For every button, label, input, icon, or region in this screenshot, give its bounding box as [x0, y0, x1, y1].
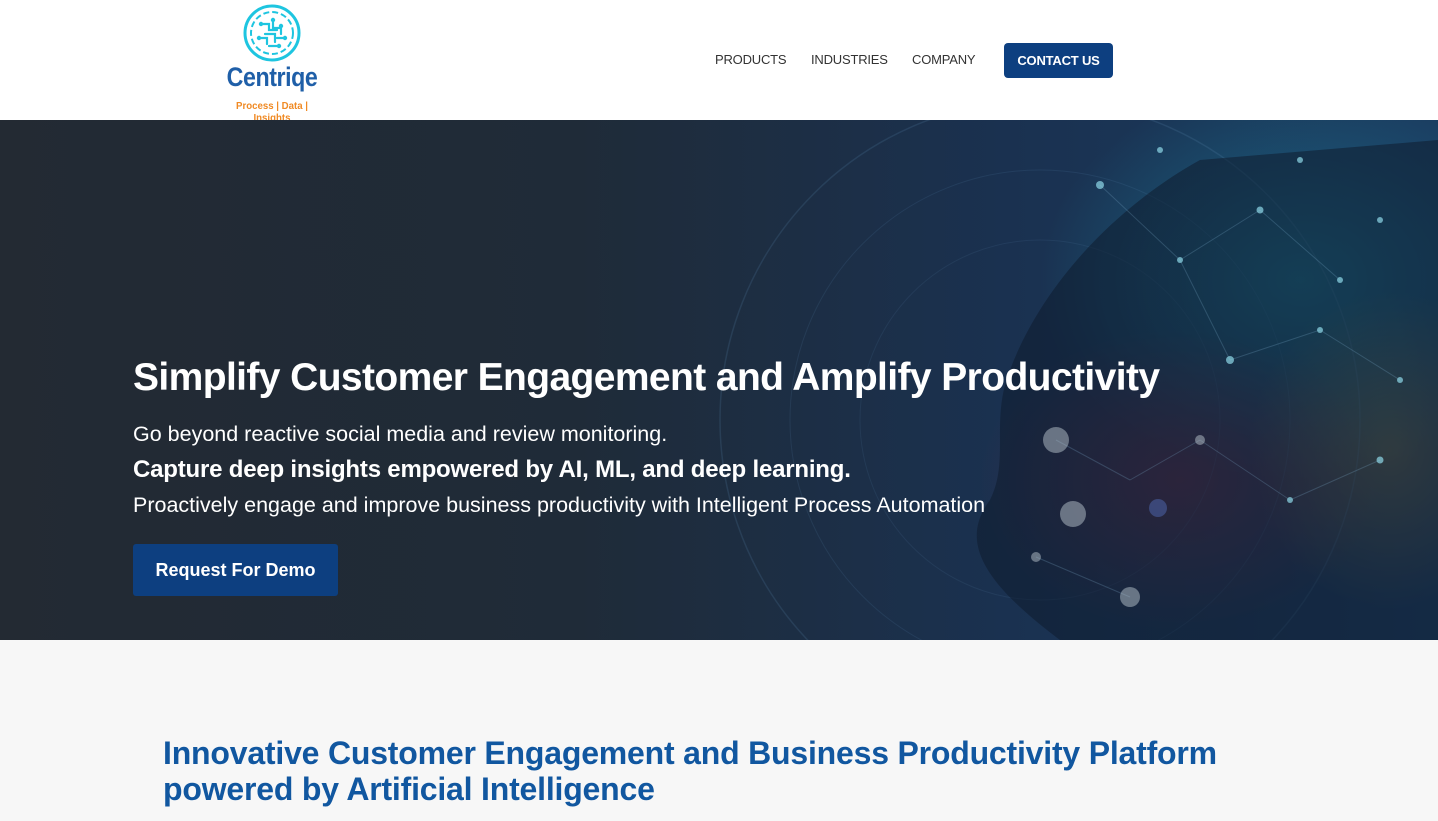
- logo-wordmark: Centriqe: [226, 62, 318, 92]
- circuit-brain-icon: [243, 4, 301, 62]
- contact-us-button[interactable]: CONTACT US: [1004, 43, 1113, 78]
- hero-subtitle-line-2: Capture deep insights empowered by AI, M…: [133, 456, 851, 483]
- request-demo-button[interactable]: Request For Demo: [133, 544, 338, 596]
- centriqe-logo[interactable]: Centriqe Process | Data | Insights: [216, 4, 328, 124]
- nav-company[interactable]: COMPANY: [912, 52, 976, 67]
- hero-banner: Simplify Customer Engagement and Amplify…: [0, 120, 1438, 640]
- nav-industries[interactable]: INDUSTRIES: [811, 52, 888, 67]
- platform-section-title: Innovative Customer Engagement and Busin…: [163, 735, 1217, 807]
- site-header: Centriqe Process | Data | Insights PRODU…: [0, 0, 1438, 124]
- hero-subtitle-line-1: Go beyond reactive social media and revi…: [133, 422, 668, 446]
- hero-title: Simplify Customer Engagement and Amplify…: [133, 356, 1160, 399]
- hero-subtitle-line-3: Proactively engage and improve business …: [133, 493, 986, 517]
- nav-products[interactable]: PRODUCTS: [715, 52, 787, 67]
